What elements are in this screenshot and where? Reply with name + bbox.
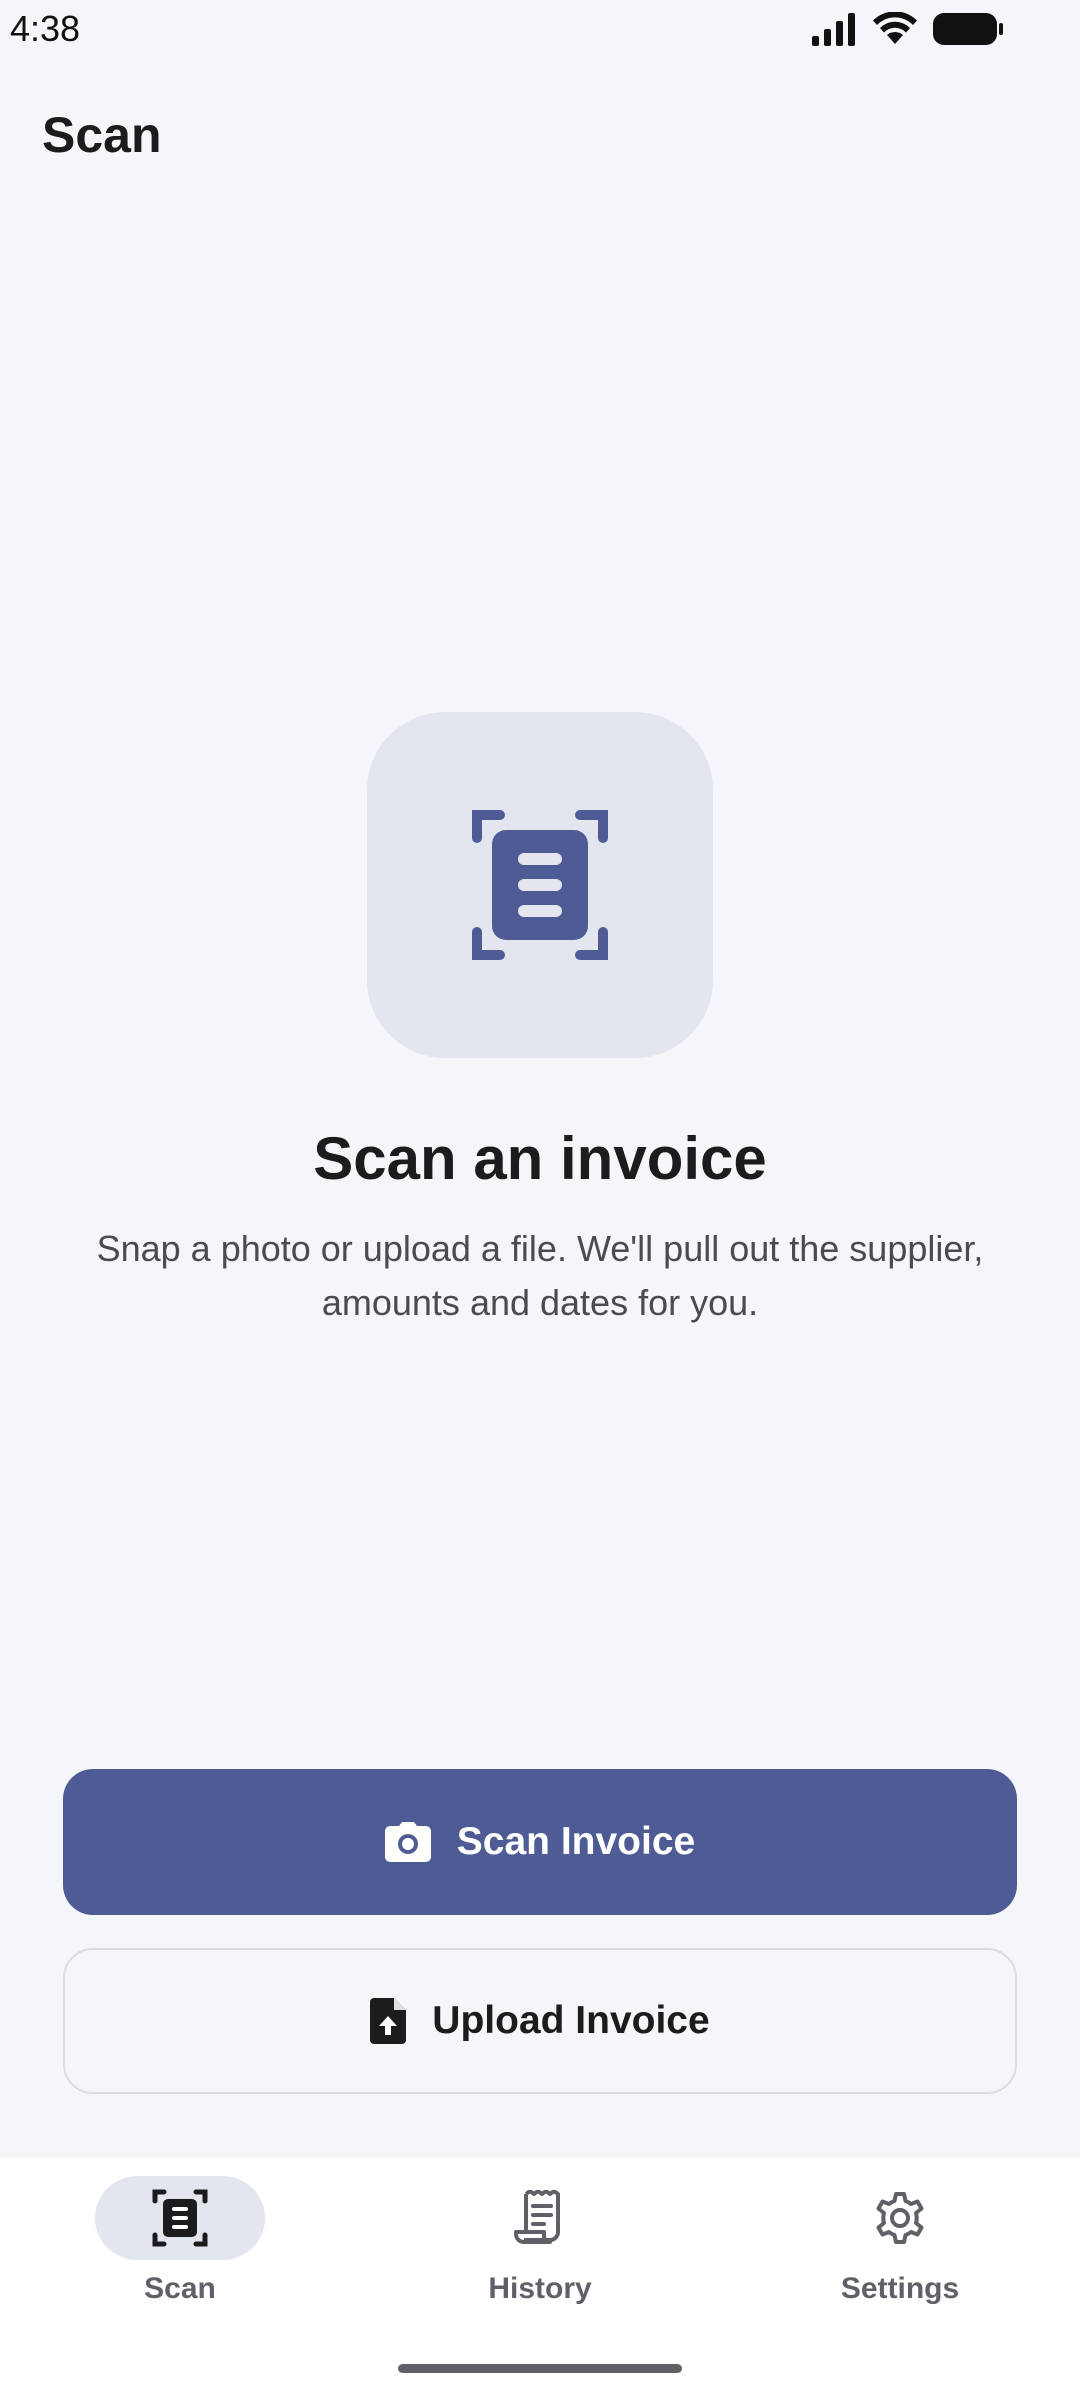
scan-invoice-button[interactable]: Scan Invoice xyxy=(63,1769,1017,1915)
gear-icon xyxy=(876,2192,924,2244)
wifi-icon xyxy=(873,12,917,44)
file-upload-icon xyxy=(370,1998,407,2044)
nav-label-scan: Scan xyxy=(144,2272,216,2305)
receipt-icon xyxy=(514,2190,560,2244)
nav-item-history[interactable]: History xyxy=(410,2176,670,2326)
document-scanner-icon xyxy=(472,810,608,960)
nav-label-history: History xyxy=(488,2272,592,2305)
bottom-navigation: Scan History Settings xyxy=(0,2158,1080,2400)
home-indicator[interactable] xyxy=(398,2364,682,2373)
nav-label-settings: Settings xyxy=(840,2272,960,2305)
upload-invoice-label: Upload Invoice xyxy=(432,1999,710,2042)
scan-screen: 4:38 Scan Scan an invoice Snap a photo o… xyxy=(0,0,1080,2400)
camera-icon xyxy=(384,1822,431,1862)
nav-item-settings[interactable]: Settings xyxy=(770,2176,1030,2326)
status-bar: 4:38 xyxy=(0,0,1080,62)
upload-invoice-button[interactable]: Upload Invoice xyxy=(63,1948,1017,2094)
document-scanner-tile xyxy=(367,712,713,1058)
nav-icon-container xyxy=(815,2176,985,2260)
empty-state-description: Snap a photo or upload a file. We'll pul… xyxy=(96,1228,984,1323)
nav-icon-container xyxy=(455,2176,625,2260)
nav-item-scan[interactable]: Scan xyxy=(50,2176,310,2326)
battery-icon xyxy=(933,13,1003,45)
nav-active-indicator xyxy=(95,2176,265,2260)
status-time: 4:38 xyxy=(10,8,81,49)
page-title: Scan xyxy=(42,107,162,163)
status-icons xyxy=(810,12,1004,46)
scan-invoice-label: Scan Invoice xyxy=(456,1820,696,1863)
signal-icon xyxy=(812,13,855,46)
document-scanner-icon xyxy=(152,2189,208,2247)
empty-state-title: Scan an invoice xyxy=(313,1125,767,1192)
